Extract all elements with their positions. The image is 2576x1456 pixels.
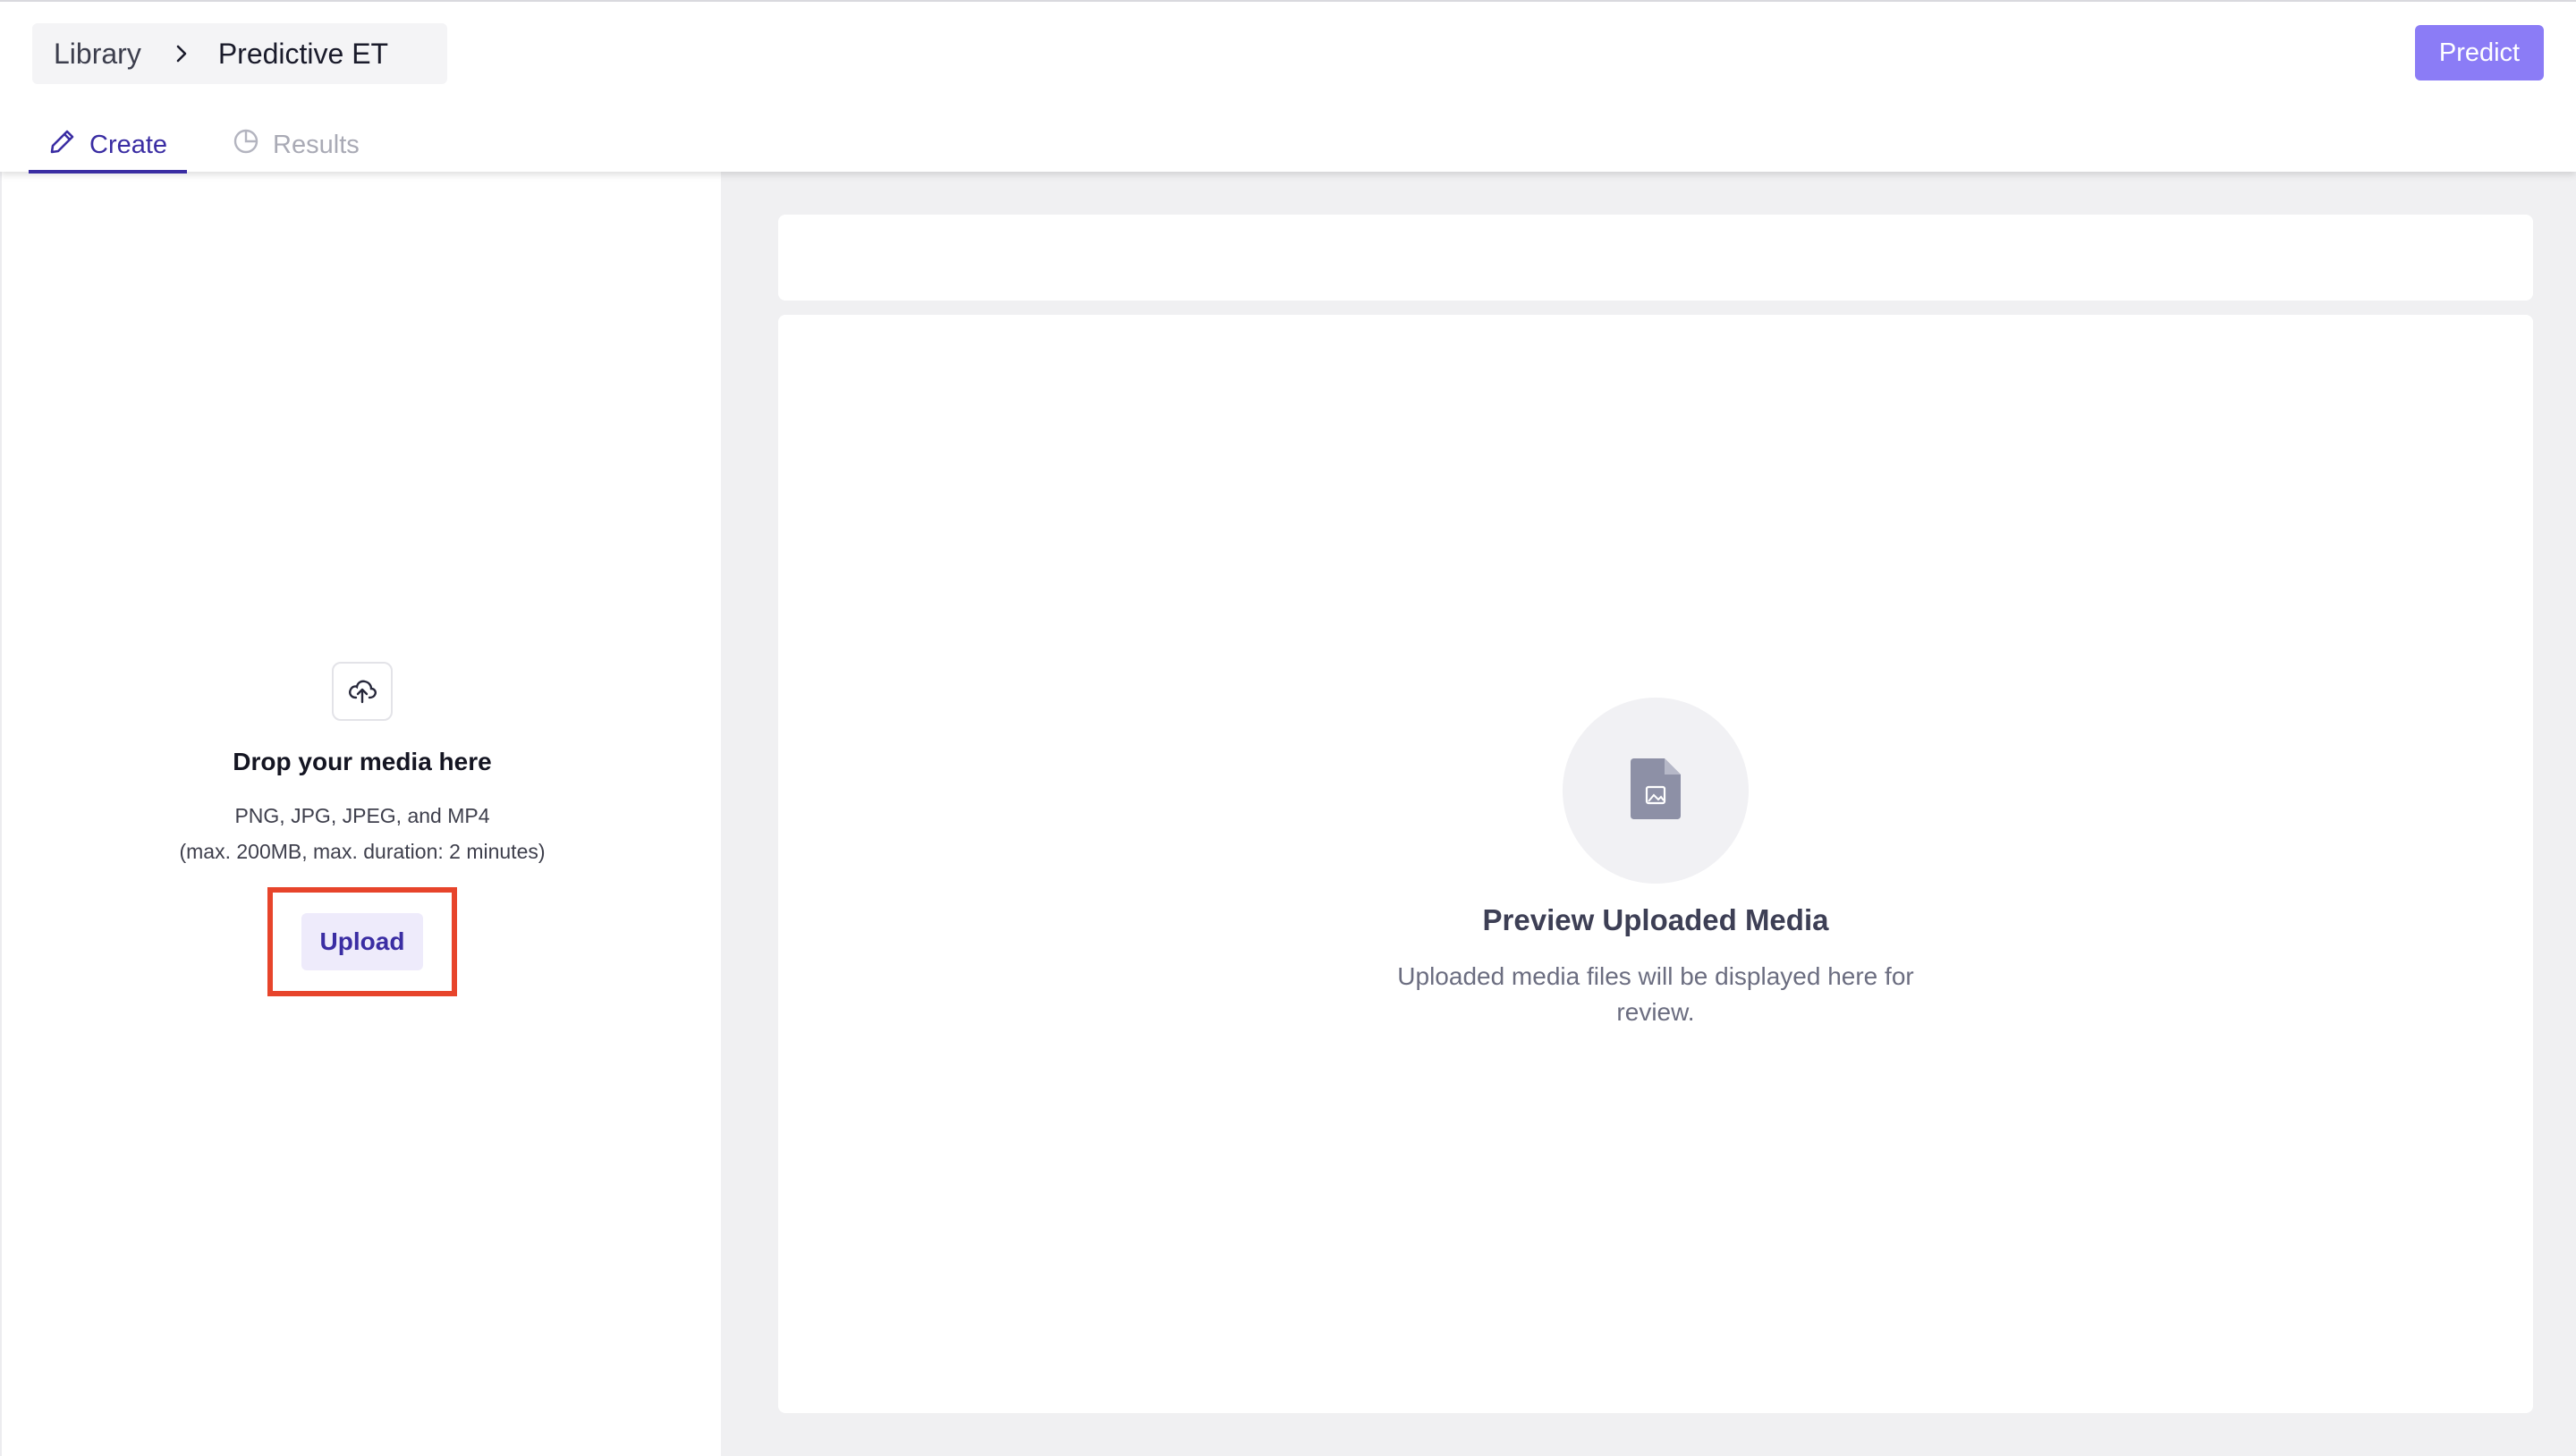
preview-subtitle: Uploaded media files will be displayed h… (1397, 962, 1914, 1026)
chevron-right-icon (175, 44, 188, 63)
predict-button[interactable]: Predict (2415, 25, 2544, 80)
dropzone-title: Drop your media here (233, 748, 492, 775)
breadcrumb-library-link[interactable]: Library (54, 38, 141, 71)
upload-button-highlight: Upload (267, 887, 457, 996)
upload-button[interactable]: Upload (301, 913, 423, 970)
app-root: Library Predictive ET Predict Create Res… (0, 0, 2576, 1456)
breadcrumb-current: Predictive ET (217, 37, 389, 70)
dropzone-info: PNG, JPG, JPEG, and MP4 (max. 200MB, max… (179, 798, 545, 869)
tab-create-label: Create (89, 130, 168, 159)
media-toolbar-card (778, 215, 2533, 301)
image-file-icon (1629, 757, 1682, 825)
tab-results-label: Results (273, 130, 360, 159)
media-dropzone[interactable]: Drop your media here PNG, JPG, JPEG, and… (2, 662, 723, 996)
tab-create[interactable]: Create (29, 116, 188, 174)
cloud-upload-icon (332, 662, 393, 721)
preview-area: Preview Uploaded Media Uploaded media fi… (721, 172, 2576, 1456)
preview-title: Preview Uploaded Media (1482, 903, 1829, 936)
preview-icon-circle (1563, 698, 1749, 884)
breadcrumb: Library Predictive ET (32, 23, 447, 84)
preview-card: Preview Uploaded Media Uploaded media fi… (778, 315, 2533, 1413)
page-header: Library Predictive ET Predict Create Res… (0, 0, 2576, 174)
tab-results[interactable]: Results (212, 116, 379, 174)
pencil-icon (48, 127, 77, 163)
pie-chart-icon (232, 127, 260, 163)
upload-limits: (max. 200MB, max. duration: 2 minutes) (179, 840, 546, 863)
tab-bar: Create Results (29, 116, 379, 174)
preview-empty-state: Preview Uploaded Media Uploaded media fi… (778, 698, 2533, 1030)
supported-formats: PNG, JPG, JPEG, and MP4 (234, 804, 490, 827)
upload-panel: Drop your media here PNG, JPG, JPEG, and… (0, 172, 721, 1456)
